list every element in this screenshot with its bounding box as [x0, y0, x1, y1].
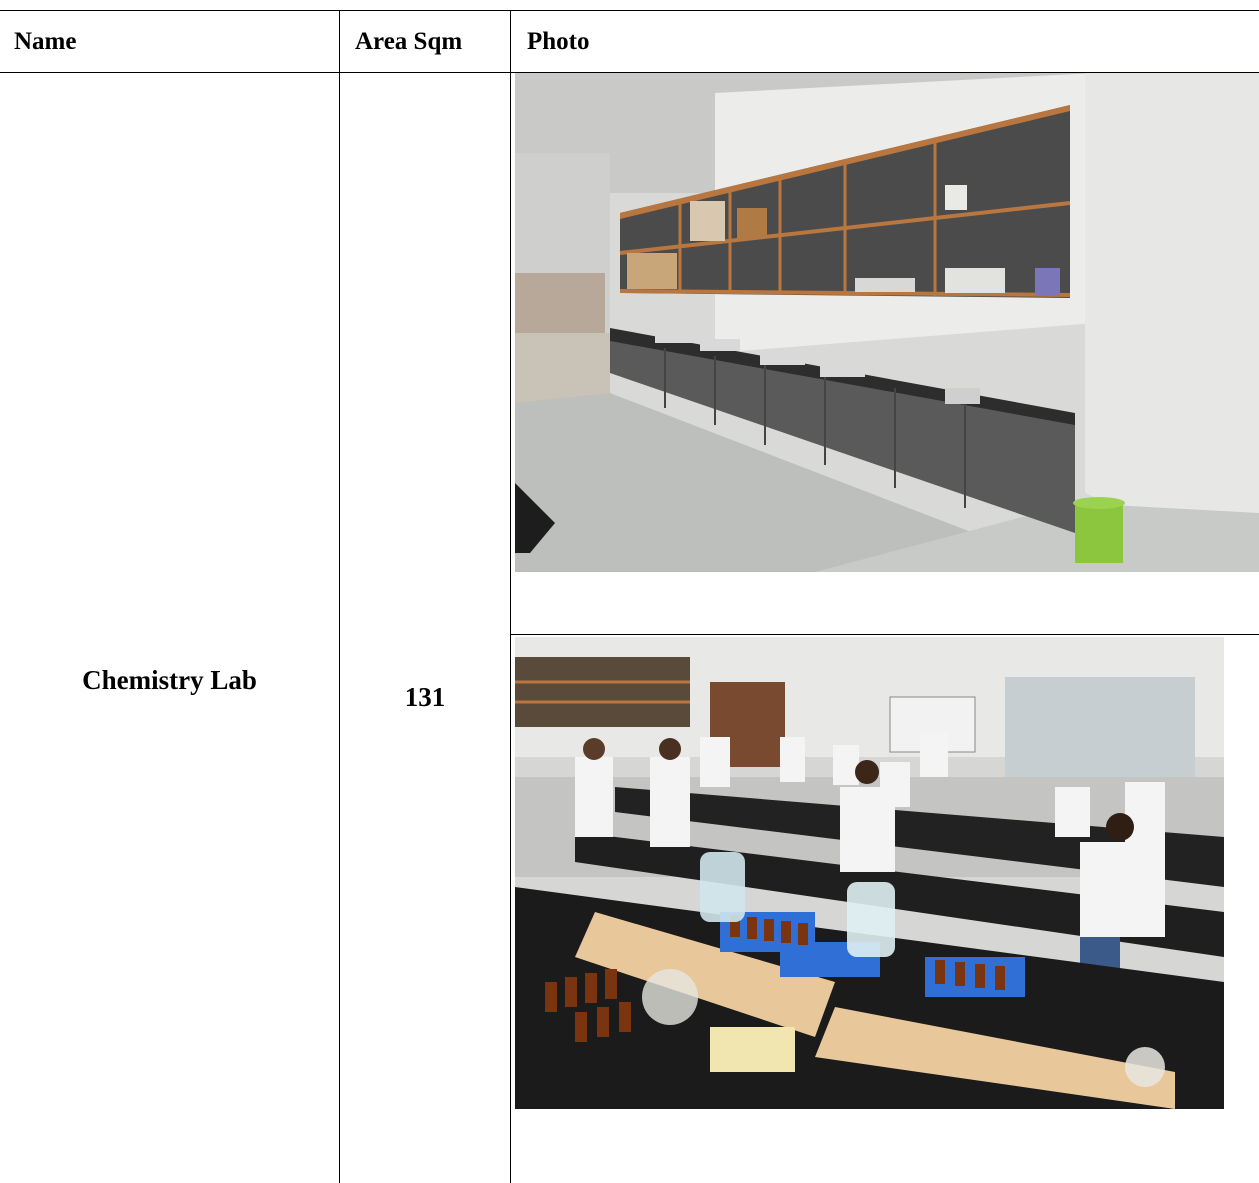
table-top-border — [0, 10, 1259, 11]
col-divider-2 — [510, 10, 511, 1183]
row-area-cell: 131 — [404, 682, 446, 712]
col-divider-1 — [339, 10, 340, 1183]
row-name-cell: Chemistry Lab — [82, 665, 257, 695]
students-in-lab-photo — [515, 637, 1224, 1109]
header-area: Area Sqm — [355, 28, 463, 55]
header-name: Name — [14, 28, 77, 55]
lab-cabinets-photo — [515, 73, 1259, 572]
photo-divider — [511, 634, 1259, 635]
header-photo: Photo — [527, 28, 590, 55]
